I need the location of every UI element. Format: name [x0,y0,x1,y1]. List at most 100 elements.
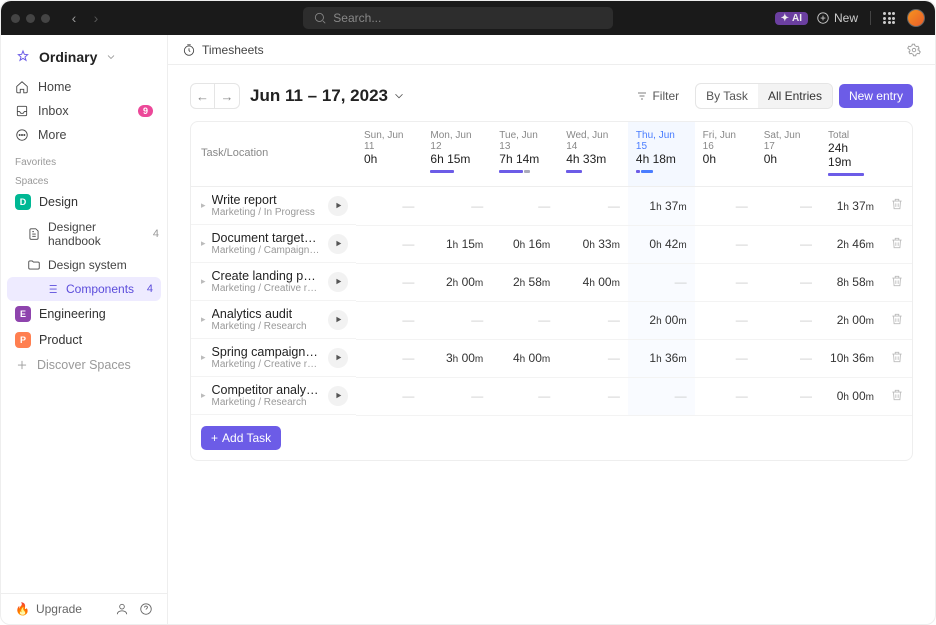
play-button[interactable] [328,196,348,216]
new-button[interactable]: New [816,11,858,25]
play-button[interactable] [328,310,348,330]
time-cell[interactable]: 2h 00m [628,301,695,339]
search-input[interactable]: Search... [303,7,613,29]
time-cell[interactable]: — [756,301,820,339]
time-cell[interactable]: — [756,377,820,415]
by-task-toggle[interactable]: By Task [696,84,758,108]
workspace-switcher[interactable]: Ordinary [1,43,167,71]
time-cell[interactable]: 0h 16m [491,225,558,263]
time-cell[interactable]: — [356,377,422,415]
time-cell[interactable]: 4h 00m [558,263,628,301]
time-cell[interactable]: — [422,377,491,415]
nav-forward[interactable]: › [86,8,106,28]
time-cell[interactable]: 1h 15m [422,225,491,263]
time-cell[interactable]: — [756,187,820,226]
trash-icon[interactable] [890,350,904,364]
time-cell[interactable]: — [356,301,422,339]
space-product[interactable]: PProduct [1,327,167,353]
time-cell[interactable]: — [356,339,422,377]
folder-icon [27,258,41,272]
time-cell[interactable]: — [695,377,756,415]
task-name[interactable]: Spring campaign imag... [212,345,320,359]
time-cell[interactable]: — [695,339,756,377]
time-cell[interactable]: 2h 00m [422,263,491,301]
trash-icon[interactable] [890,197,904,211]
task-name[interactable]: Analytics audit [212,307,320,321]
new-entry-button[interactable]: New entry [839,84,913,108]
task-name[interactable]: Competitor analysis doc [212,383,320,397]
time-cell[interactable]: — [491,377,558,415]
ai-badge[interactable]: ✦AI [775,12,808,25]
sidebar-item-more[interactable]: More [1,123,167,147]
play-button[interactable] [328,386,348,406]
task-name[interactable]: Document target users [212,231,320,245]
user-icon[interactable] [115,602,129,616]
task-name[interactable]: Write report [212,193,320,207]
time-cell[interactable]: — [756,339,820,377]
space-item-components[interactable]: Components4 [7,277,161,301]
time-cell[interactable]: — [756,263,820,301]
sidebar-item-home[interactable]: Home [1,75,167,99]
time-cell[interactable]: — [491,301,558,339]
time-cell[interactable]: — [558,187,628,226]
prev-week[interactable]: ← [191,84,215,108]
expand-icon[interactable]: ▸ [201,238,206,249]
play-button[interactable] [328,348,348,368]
time-cell[interactable]: — [422,301,491,339]
time-cell[interactable]: — [558,301,628,339]
trash-icon[interactable] [890,274,904,288]
nav-back[interactable]: ‹ [64,8,84,28]
space-item-designer-handbook[interactable]: Designer handbook4 [1,215,167,253]
time-cell[interactable]: — [356,263,422,301]
avatar[interactable] [907,9,925,27]
time-cell[interactable]: 1h 37m [628,187,695,226]
upgrade-link[interactable]: Upgrade [36,602,82,616]
next-week[interactable]: → [215,84,239,108]
time-cell[interactable]: — [356,187,422,226]
date-range[interactable]: Jun 11 – 17, 2023 [250,86,406,106]
time-cell[interactable]: — [695,263,756,301]
trash-icon[interactable] [890,388,904,402]
time-cell[interactable]: 2h 58m [491,263,558,301]
discover-spaces[interactable]: Discover Spaces [1,353,167,377]
space-engineering[interactable]: EEngineering [1,301,167,327]
time-cell[interactable]: — [695,225,756,263]
help-icon[interactable] [139,602,153,616]
filter-button[interactable]: Filter [626,84,689,108]
space-item-design-system[interactable]: Design system [1,253,167,277]
time-cell[interactable]: — [558,339,628,377]
time-cell[interactable]: — [628,377,695,415]
time-cell[interactable]: — [491,187,558,226]
time-cell[interactable]: — [695,187,756,226]
trash-icon[interactable] [890,236,904,250]
time-cell[interactable]: — [422,187,491,226]
time-cell[interactable]: 3h 00m [422,339,491,377]
add-task-button[interactable]: +Add Task [201,426,281,450]
window-controls[interactable] [11,14,50,23]
time-cell[interactable]: — [756,225,820,263]
search-icon [313,11,327,25]
gear-icon[interactable] [907,43,921,57]
task-name[interactable]: Create landing page [212,269,320,283]
all-entries-toggle[interactable]: All Entries [758,84,832,108]
apps-icon[interactable] [883,12,895,24]
space-design[interactable]: DDesign [1,189,167,215]
time-cell[interactable]: 0h 33m [558,225,628,263]
play-button[interactable] [328,272,348,292]
time-cell[interactable]: — [558,377,628,415]
time-cell[interactable]: 0h 42m [628,225,695,263]
expand-icon[interactable]: ▸ [201,200,206,211]
col-day: Sun, Jun 110h [356,122,422,187]
expand-icon[interactable]: ▸ [201,390,206,401]
time-cell[interactable]: 4h 00m [491,339,558,377]
trash-icon[interactable] [890,312,904,326]
time-cell[interactable]: — [695,301,756,339]
time-cell[interactable]: — [356,225,422,263]
play-button[interactable] [328,234,348,254]
time-cell[interactable]: 1h 36m [628,339,695,377]
sidebar-item-inbox[interactable]: Inbox9 [1,99,167,123]
expand-icon[interactable]: ▸ [201,314,206,325]
expand-icon[interactable]: ▸ [201,276,206,287]
expand-icon[interactable]: ▸ [201,352,206,363]
time-cell[interactable]: — [628,263,695,301]
